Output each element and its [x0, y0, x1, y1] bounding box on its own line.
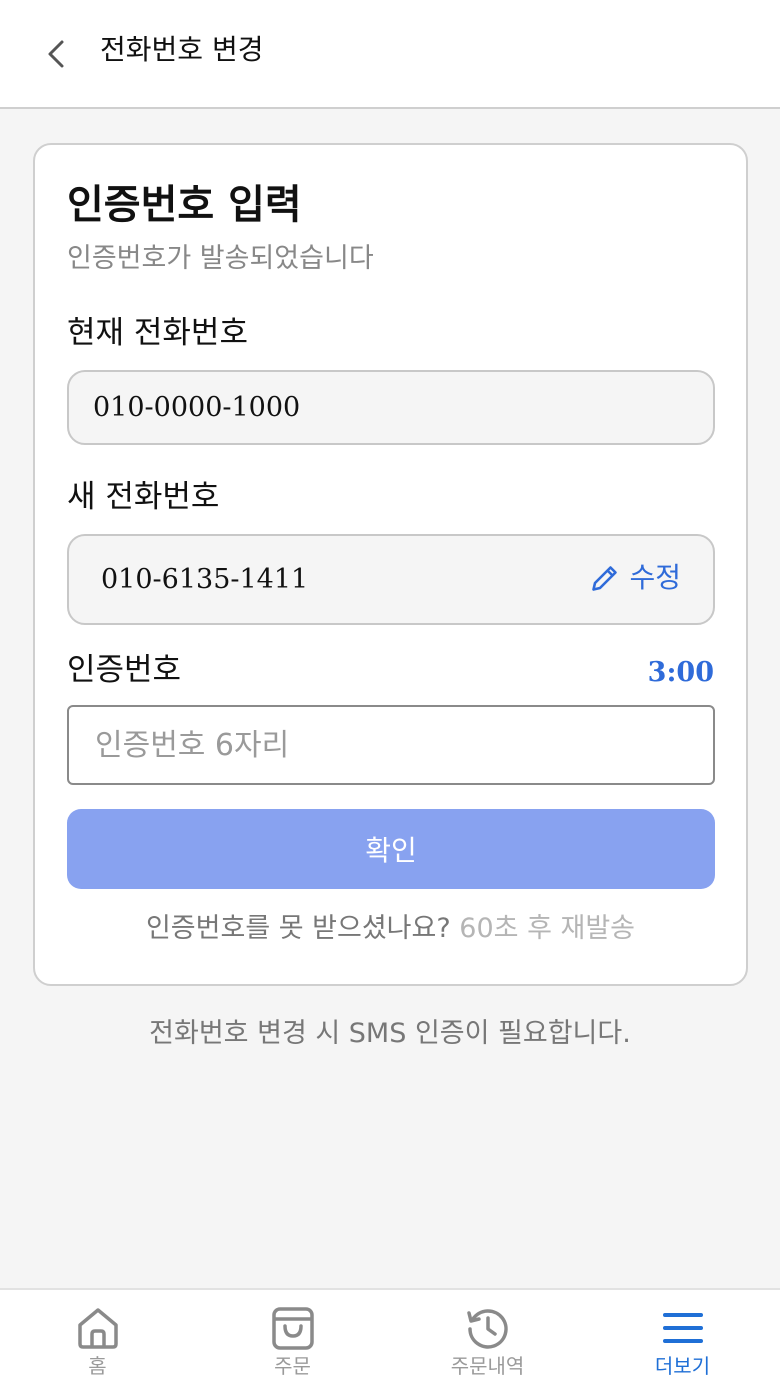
new-phone-value: 010-6135-1411: [101, 564, 309, 595]
edit-phone-label: 수정: [629, 561, 681, 594]
pencil-icon: [592, 566, 618, 591]
new-phone-label: 새 전화번호: [67, 479, 220, 515]
code-input[interactable]: [67, 705, 715, 785]
nav-label-order: 주문: [274, 1354, 311, 1378]
shopping-bag-icon: [271, 1307, 314, 1350]
chevron-left-icon: [48, 40, 64, 68]
nav-item-more[interactable]: 더보기: [585, 1290, 780, 1386]
nav-item-order[interactable]: 주문: [195, 1290, 390, 1386]
nav-item-order-history[interactable]: 주문내역: [390, 1290, 585, 1386]
sms-notice: 전화번호 변경 시 SMS 인증이 필요합니다.: [149, 1018, 631, 1049]
nav-label-order-history: 주문내역: [450, 1354, 525, 1378]
new-phone-field: 010-6135-1411 수정: [67, 534, 715, 625]
history-icon: [466, 1309, 508, 1349]
app-header: 전화번호 변경: [0, 0, 780, 109]
edit-phone-button[interactable]: 수정: [589, 560, 681, 596]
resend-row: 인증번호를 못 받으셨나요? 60초 후 재발송: [35, 911, 746, 947]
code-timer: 3:00: [647, 657, 714, 688]
home-icon: [77, 1308, 118, 1349]
current-phone-label: 현재 전화번호: [67, 315, 248, 351]
resend-countdown: 60초 후 재발송: [459, 913, 636, 944]
bottom-nav: 홈 주문 주문내역 더보기: [0, 1288, 780, 1386]
verification-card: 인증번호 입력 인증번호가 발송되었습니다 현재 전화번호 010-0000-1…: [33, 143, 748, 986]
page-title: 전화번호 변경: [100, 33, 264, 66]
card-title: 인증번호 입력: [67, 182, 302, 228]
nav-item-home[interactable]: 홈: [0, 1290, 195, 1386]
nav-label-home: 홈: [88, 1354, 107, 1378]
confirm-button[interactable]: 확인: [67, 809, 715, 889]
current-phone-value: 010-0000-1000: [93, 392, 301, 423]
resend-question: 인증번호를 못 받으셨나요?: [145, 913, 451, 944]
nav-label-more: 더보기: [654, 1354, 711, 1378]
code-label: 인증번호: [67, 652, 182, 688]
current-phone-field: 010-0000-1000: [67, 370, 715, 445]
back-button[interactable]: [36, 32, 76, 76]
card-subtitle: 인증번호가 발송되었습니다: [67, 243, 374, 274]
menu-icon: [662, 1313, 703, 1343]
